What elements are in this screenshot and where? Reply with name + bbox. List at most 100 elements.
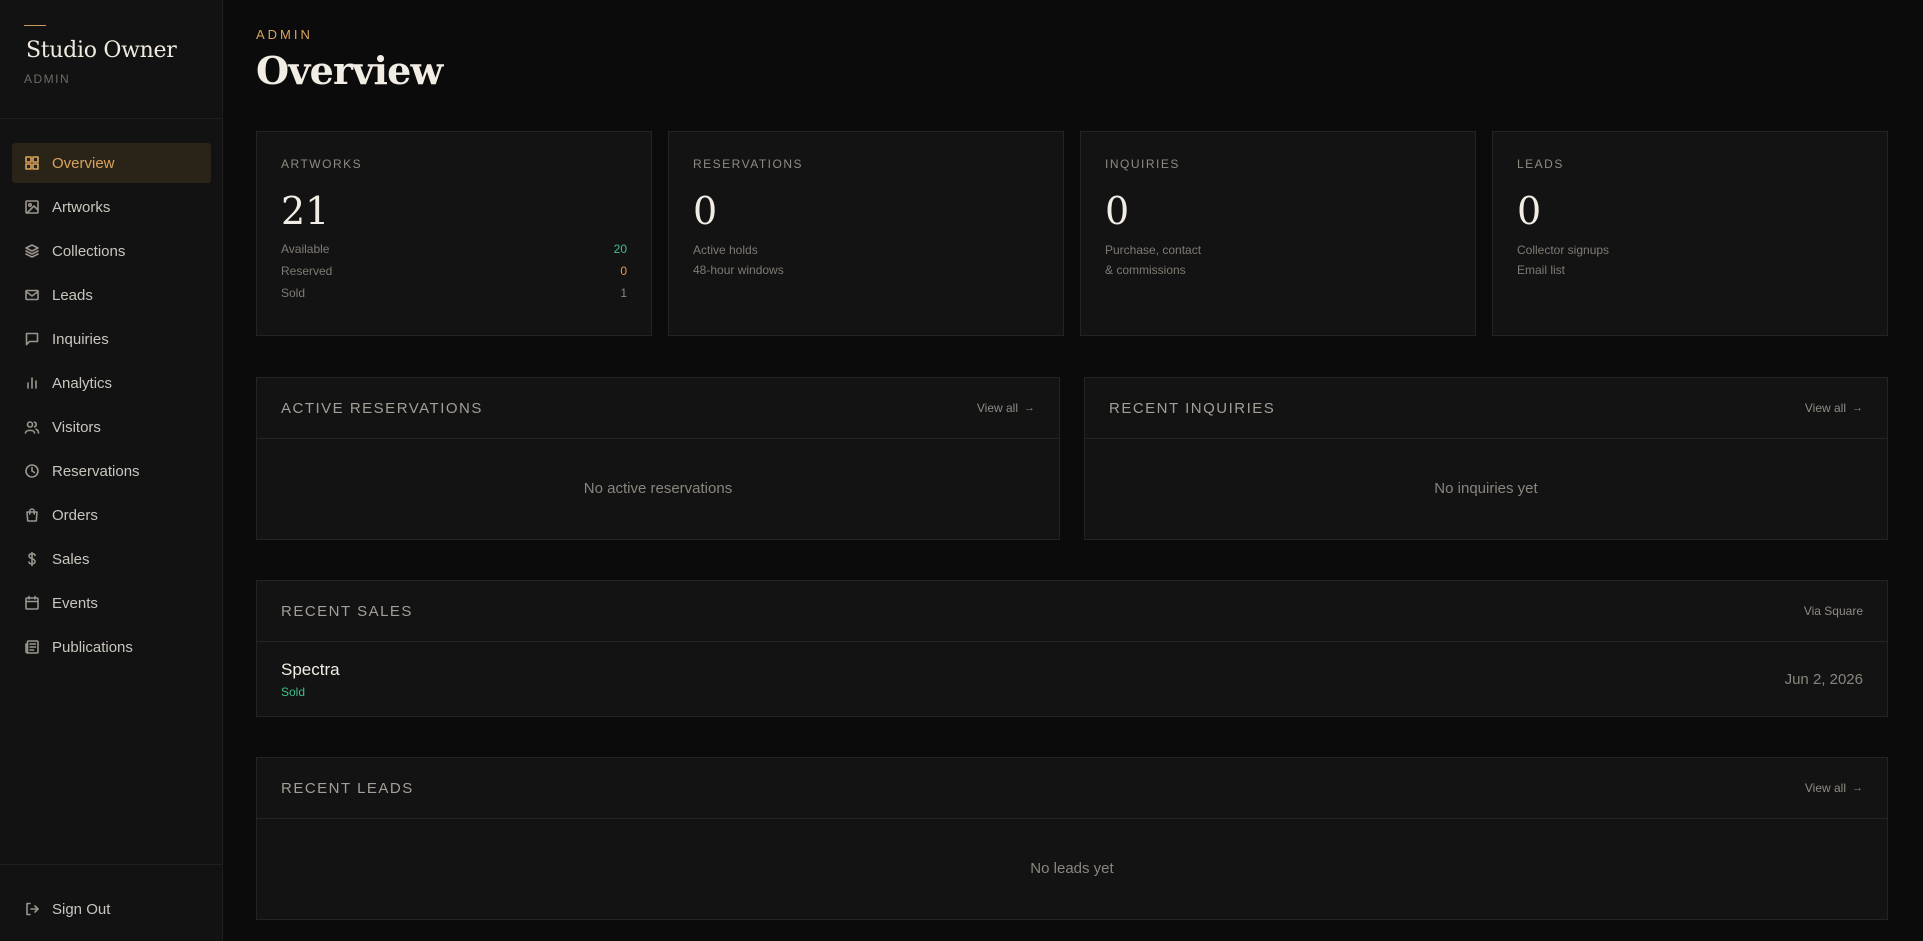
stats-row: ARTWORKS 21 Available 20 Reserved 0 Sold… (256, 131, 1888, 336)
sidebar-nav: Overview Artworks Collections Leads Inqu… (12, 143, 211, 671)
stat-label: ARTWORKS (281, 157, 363, 171)
arrow-right-icon: → (1852, 402, 1863, 414)
empty-state: No active reservations (583, 480, 733, 497)
sidebar: Studio Owner ADMIN Overview Artworks Col… (0, 0, 223, 941)
sidebar-item-label: Reservations (52, 462, 140, 480)
sidebar-item-artworks[interactable]: Artworks (12, 187, 211, 227)
image-icon (24, 199, 40, 215)
sidebar-item-label: Inquiries (52, 330, 109, 348)
stat-description-line: Purchase, contact (1105, 243, 1202, 257)
empty-state: No leads yet (1030, 860, 1114, 877)
stat-card-reservations[interactable]: RESERVATIONS 0 Active holds 48-hour wind… (668, 131, 1064, 336)
stat-row-value: 0 (620, 264, 627, 278)
stat-row-value: 20 (613, 242, 627, 256)
sign-out-button[interactable]: Sign Out (0, 885, 222, 933)
arrow-right-icon: → (1024, 402, 1035, 414)
shopping-bag-icon (24, 507, 40, 523)
brand-accent-line (24, 25, 46, 26)
sale-name: Spectra (281, 659, 340, 679)
stat-label: INQUIRIES (1105, 157, 1180, 171)
sidebar-item-orders[interactable]: Orders (12, 495, 211, 535)
sidebar-item-label: Analytics (52, 374, 113, 392)
sidebar-item-inquiries[interactable]: Inquiries (12, 319, 211, 359)
page-title: Overview (256, 48, 443, 93)
stat-value: 21 (281, 189, 330, 233)
panel-title: RECENT SALES (281, 602, 413, 620)
sidebar-item-reservations[interactable]: Reservations (12, 451, 211, 491)
stat-row-value: 1 (620, 286, 627, 300)
panel-header: RECENT LEADS View all → (257, 758, 1887, 819)
panel-header: ACTIVE RESERVATIONS View all → (257, 378, 1059, 439)
panel-title: ACTIVE RESERVATIONS (281, 399, 483, 417)
stat-row-label: Sold (281, 286, 306, 300)
stat-label: RESERVATIONS (693, 157, 804, 171)
stat-description: Collector signups Email list (1517, 240, 1863, 280)
brand-title: Studio Owner (26, 38, 177, 63)
view-all-reservations-link[interactable]: View all → (977, 401, 1035, 415)
stat-row-sold: Sold 1 (281, 282, 627, 304)
arrow-right-icon: → (1852, 782, 1863, 794)
link-label: View all (976, 401, 1018, 415)
sidebar-item-label: Events (52, 594, 98, 612)
brand: Studio Owner ADMIN (0, 0, 222, 119)
clock-icon (24, 463, 40, 479)
sale-date: Jun 2, 2026 (1784, 670, 1863, 688)
panel-header: RECENT INQUIRIES View all → (1085, 378, 1887, 439)
empty-state: No inquiries yet (1434, 480, 1538, 497)
sidebar-item-label: Collections (52, 242, 126, 260)
stat-row-reserved: Reserved 0 (281, 260, 627, 282)
bar-chart-icon (24, 375, 40, 391)
sale-row[interactable]: Spectra Sold Jun 2, 2026 (257, 642, 1887, 716)
recent-sales-panel: RECENT SALES Via Square Spectra Sold Jun… (256, 580, 1888, 717)
calendar-icon (24, 595, 40, 611)
sidebar-item-publications[interactable]: Publications (12, 627, 211, 667)
sidebar-item-label: Visitors (52, 418, 101, 436)
newspaper-icon (24, 639, 40, 655)
sidebar-item-collections[interactable]: Collections (12, 231, 211, 271)
active-reservations-panel: ACTIVE RESERVATIONS View all → No active… (256, 377, 1060, 540)
sale-info: Spectra Sold (281, 660, 340, 699)
recent-inquiries-panel: RECENT INQUIRIES View all → No inquiries… (1084, 377, 1888, 540)
view-all-inquiries-link[interactable]: View all → (1805, 401, 1863, 415)
layers-icon (24, 243, 40, 259)
sidebar-item-label: Overview (52, 154, 115, 172)
recent-leads-panel: RECENT LEADS View all → No leads yet (256, 757, 1888, 920)
stat-value: 0 (1105, 189, 1130, 233)
sidebar-item-label: Leads (52, 286, 93, 304)
sidebar-item-label: Orders (52, 506, 98, 524)
stat-label: LEADS (1517, 157, 1564, 171)
sidebar-item-label: Publications (52, 638, 133, 656)
sidebar-item-sales[interactable]: Sales (12, 539, 211, 579)
stat-row-available: Available 20 (281, 238, 627, 260)
stat-row-label: Available (281, 242, 330, 256)
link-label: View all (1804, 781, 1846, 795)
stat-description-line: Active holds (693, 243, 758, 257)
via-square-link[interactable]: Via Square (1804, 604, 1863, 618)
stat-description: Purchase, contact & commissions (1105, 240, 1451, 280)
sale-status-badge: Sold (281, 684, 306, 699)
sidebar-item-analytics[interactable]: Analytics (12, 363, 211, 403)
mail-icon (24, 287, 40, 303)
stat-row-label: Reserved (281, 264, 333, 278)
brand-subtitle: ADMIN (24, 72, 71, 86)
grid-icon (24, 155, 40, 171)
view-all-leads-link[interactable]: View all → (1805, 781, 1863, 795)
stat-description-line: 48-hour windows (693, 263, 784, 277)
stat-card-artworks[interactable]: ARTWORKS 21 Available 20 Reserved 0 Sold… (256, 131, 652, 336)
sidebar-item-label: Artworks (52, 198, 111, 216)
stat-value: 0 (1517, 189, 1542, 233)
sidebar-item-visitors[interactable]: Visitors (12, 407, 211, 447)
sidebar-footer: Sign Out (0, 864, 222, 933)
sign-out-label: Sign Out (52, 900, 111, 918)
panel-header: RECENT SALES Via Square (257, 581, 1887, 642)
stat-card-leads[interactable]: LEADS 0 Collector signups Email list (1492, 131, 1888, 336)
sidebar-item-events[interactable]: Events (12, 583, 211, 623)
sign-out-icon (24, 901, 40, 917)
sidebar-item-leads[interactable]: Leads (12, 275, 211, 315)
sidebar-item-overview[interactable]: Overview (12, 143, 211, 183)
stat-description: Active holds 48-hour windows (693, 240, 1039, 280)
page-kicker: ADMIN (256, 27, 313, 42)
stat-description-line: Email list (1517, 263, 1566, 277)
stat-card-inquiries[interactable]: INQUIRIES 0 Purchase, contact & commissi… (1080, 131, 1476, 336)
users-icon (24, 419, 40, 435)
